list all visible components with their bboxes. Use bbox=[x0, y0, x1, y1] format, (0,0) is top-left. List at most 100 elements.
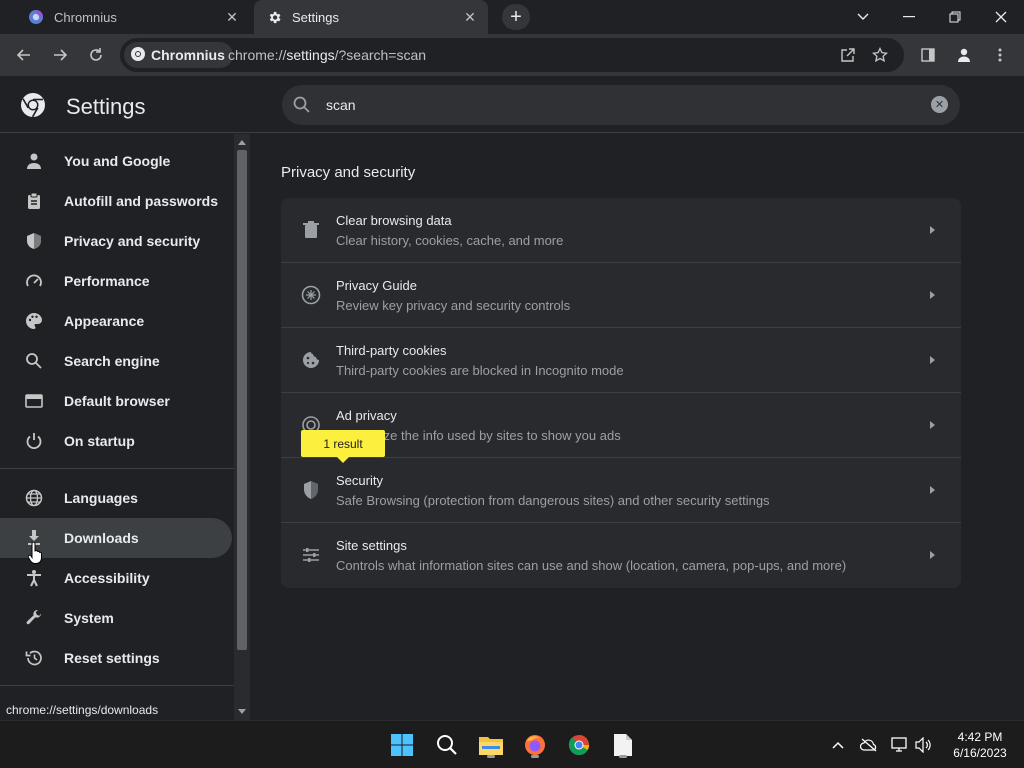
search-icon bbox=[292, 95, 312, 120]
row-subtitle: Third-party cookies are blocked in Incog… bbox=[336, 363, 624, 378]
share-icon[interactable] bbox=[834, 41, 862, 69]
section-title: Privacy and security bbox=[281, 164, 416, 181]
clipboard-icon bbox=[24, 191, 44, 211]
trash-icon bbox=[301, 220, 321, 240]
sidebar-item-label: Reset settings bbox=[64, 650, 160, 666]
sliders-icon bbox=[301, 545, 321, 565]
reload-icon[interactable] bbox=[82, 41, 110, 69]
close-tab-icon[interactable]: ✕ bbox=[460, 7, 480, 27]
row-clear-browsing-data[interactable]: Clear browsing data Clear history, cooki… bbox=[281, 198, 961, 263]
site-chip[interactable]: Chromnius bbox=[124, 42, 233, 68]
row-title: Clear browsing data bbox=[336, 213, 452, 228]
restore-icon[interactable] bbox=[932, 0, 978, 34]
taskbar: 4:42 PM 6/16/2023 bbox=[0, 720, 1024, 768]
cookie-icon bbox=[301, 350, 321, 370]
sidebar-divider bbox=[0, 468, 234, 469]
sidebar-item-autofill[interactable]: Autofill and passwords bbox=[0, 181, 232, 221]
compass-icon bbox=[301, 285, 321, 305]
profile-avatar-icon[interactable] bbox=[950, 41, 978, 69]
sidebar-item-languages[interactable]: Languages bbox=[0, 478, 232, 518]
sidebar-item-label: Autofill and passwords bbox=[64, 193, 219, 209]
history-icon bbox=[24, 648, 44, 668]
accessibility-icon bbox=[24, 568, 44, 588]
address-bar[interactable]: Chromnius chrome://settings/?search=scan bbox=[120, 38, 904, 72]
sidebar-item-appearance[interactable]: Appearance bbox=[0, 301, 232, 341]
sidebar-item-label: Appearance bbox=[64, 313, 145, 329]
new-tab-button[interactable]: + bbox=[502, 4, 530, 30]
taskbar-search-icon[interactable] bbox=[431, 729, 463, 761]
gear-icon bbox=[266, 9, 282, 25]
notepad-icon[interactable] bbox=[607, 729, 639, 761]
close-window-icon[interactable] bbox=[978, 0, 1024, 34]
row-security[interactable]: Security Safe Browsing (protection from … bbox=[281, 458, 961, 523]
volume-icon[interactable] bbox=[912, 733, 936, 757]
sidebar-scrollbar[interactable] bbox=[234, 134, 250, 720]
onedrive-offline-icon[interactable] bbox=[857, 733, 881, 757]
sidebar-item-you-and-google[interactable]: You and Google bbox=[0, 141, 232, 181]
windows-start-icon[interactable] bbox=[386, 729, 418, 761]
row-privacy-guide[interactable]: Privacy Guide Review key privacy and sec… bbox=[281, 263, 961, 328]
sidebar-item-system[interactable]: System bbox=[0, 598, 232, 638]
row-title: Third-party cookies bbox=[336, 343, 447, 358]
person-icon bbox=[24, 151, 44, 171]
sidebar-item-label: Accessibility bbox=[64, 570, 150, 586]
firefox-icon[interactable] bbox=[519, 729, 551, 761]
close-tab-icon[interactable]: ✕ bbox=[222, 7, 242, 27]
search-input[interactable] bbox=[326, 95, 886, 115]
privacy-card: Clear browsing data Clear history, cooki… bbox=[281, 198, 961, 588]
chrome-icon[interactable] bbox=[563, 729, 595, 761]
sidebar-item-default-browser[interactable]: Default browser bbox=[0, 381, 232, 421]
globe-icon bbox=[24, 488, 44, 508]
more-menu-icon[interactable] bbox=[986, 41, 1014, 69]
sidebar-item-reset-settings[interactable]: Reset settings bbox=[0, 638, 232, 678]
url-host: settings bbox=[286, 47, 335, 63]
chromnius-logo-icon bbox=[28, 9, 44, 25]
sidebar-item-privacy[interactable]: Privacy and security bbox=[0, 221, 232, 261]
url-text[interactable]: chrome://settings/?search=scan bbox=[228, 47, 426, 63]
sidebar-item-label: System bbox=[64, 610, 114, 626]
running-indicator bbox=[619, 755, 627, 758]
tray-chevron-up-icon[interactable] bbox=[826, 733, 850, 757]
settings-header: Settings ✕ bbox=[0, 76, 1024, 133]
tab-settings[interactable]: Settings ✕ bbox=[254, 0, 488, 34]
clear-search-icon[interactable]: ✕ bbox=[931, 96, 948, 113]
sidebar-item-performance[interactable]: Performance bbox=[0, 261, 232, 301]
file-explorer-icon[interactable] bbox=[475, 729, 507, 761]
browser-toolbar: Chromnius chrome://settings/?search=scan bbox=[0, 34, 1024, 76]
sidebar-item-on-startup[interactable]: On startup bbox=[0, 421, 232, 461]
sidebar-item-label: Languages bbox=[64, 490, 138, 506]
main-content: Privacy and security Clear browsing data… bbox=[250, 134, 1024, 720]
scroll-up-arrow-icon[interactable] bbox=[238, 140, 246, 145]
minimize-icon[interactable] bbox=[886, 0, 932, 34]
tab-strip: Chromnius ✕ Settings ✕ + bbox=[0, 0, 1024, 34]
network-icon[interactable] bbox=[888, 733, 912, 757]
sidebar-divider bbox=[0, 685, 234, 686]
hand-cursor-icon bbox=[27, 541, 42, 569]
tab-search-chevron-icon[interactable] bbox=[840, 0, 886, 34]
row-site-settings[interactable]: Site settings Controls what information … bbox=[281, 523, 961, 588]
chevron-right-icon bbox=[930, 291, 935, 299]
row-title: Site settings bbox=[336, 538, 407, 553]
power-icon bbox=[24, 431, 44, 451]
tab-chromnius[interactable]: Chromnius ✕ bbox=[0, 0, 250, 34]
page-title: Settings bbox=[66, 94, 146, 119]
back-arrow-icon[interactable] bbox=[10, 41, 38, 69]
sidebar-item-search-engine[interactable]: Search engine bbox=[0, 341, 232, 381]
url-scheme: chrome:// bbox=[228, 47, 287, 63]
taskbar-clock[interactable]: 4:42 PM 6/16/2023 bbox=[940, 729, 1020, 761]
bookmark-star-icon[interactable] bbox=[866, 41, 894, 69]
sidebar-item-label: On startup bbox=[64, 433, 135, 449]
shield-icon bbox=[24, 231, 44, 251]
scroll-down-arrow-icon[interactable] bbox=[238, 709, 246, 714]
side-panel-icon[interactable] bbox=[914, 41, 942, 69]
row-subtitle: Controls what information sites can use … bbox=[336, 558, 847, 573]
chevron-right-icon bbox=[930, 356, 935, 364]
scroll-thumb[interactable] bbox=[237, 150, 247, 650]
row-subtitle: Review key privacy and security controls bbox=[336, 298, 571, 313]
row-title: Ad privacy bbox=[336, 408, 397, 423]
palette-icon bbox=[24, 311, 44, 331]
forward-arrow-icon[interactable] bbox=[46, 41, 74, 69]
shield-icon bbox=[301, 480, 321, 500]
row-third-party-cookies[interactable]: Third-party cookies Third-party cookies … bbox=[281, 328, 961, 393]
running-indicator bbox=[487, 755, 495, 758]
